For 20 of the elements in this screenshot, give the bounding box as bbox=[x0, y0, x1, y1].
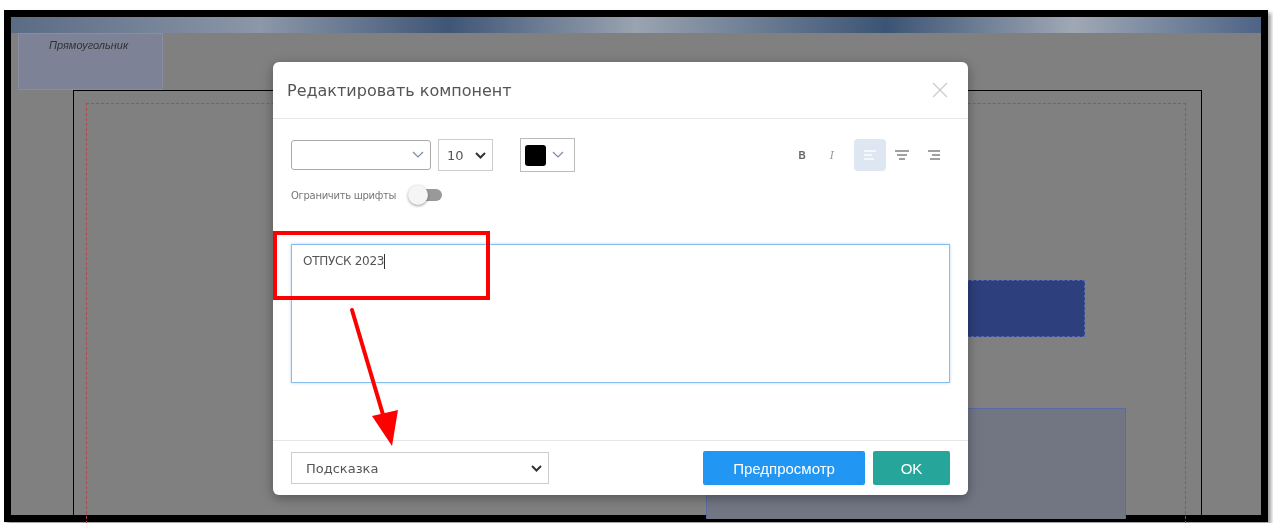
color-swatch bbox=[525, 144, 546, 166]
align-left-icon bbox=[862, 149, 878, 161]
restrict-fonts-label: Ограничить шрифты bbox=[291, 189, 397, 201]
chevron-icon bbox=[412, 151, 424, 159]
font-select[interactable] bbox=[291, 140, 431, 170]
color-picker[interactable] bbox=[520, 138, 575, 172]
preview-button[interactable]: Предпросмотр bbox=[703, 451, 865, 485]
dialog-title: Редактировать компонент bbox=[287, 80, 512, 100]
shape-label: Прямоугольник bbox=[49, 39, 129, 51]
text-input-field[interactable]: ОТПУСК 2023 bbox=[291, 244, 950, 383]
chevron-icon bbox=[475, 151, 486, 159]
bold-button[interactable]: B bbox=[790, 143, 814, 167]
hint-select[interactable]: Подсказка bbox=[291, 452, 549, 484]
size-value: 10 bbox=[447, 147, 464, 163]
chevron-icon bbox=[552, 151, 564, 159]
chevron-icon bbox=[531, 464, 542, 472]
align-center-icon bbox=[894, 149, 910, 161]
align-right-icon bbox=[926, 149, 942, 161]
size-select[interactable]: 10 bbox=[438, 139, 493, 171]
close-icon[interactable] bbox=[932, 82, 948, 98]
